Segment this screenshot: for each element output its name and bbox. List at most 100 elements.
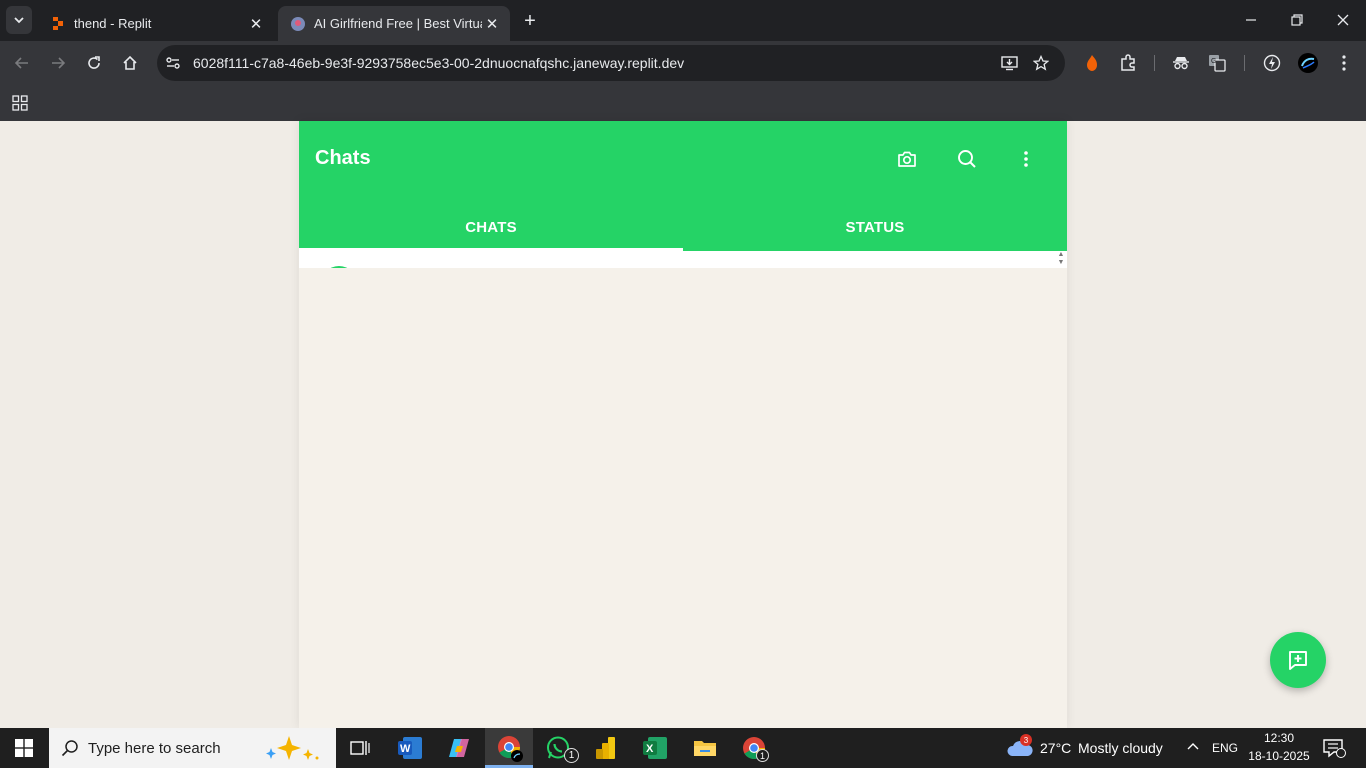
chevron-down-icon [14, 17, 24, 24]
task-view-button[interactable] [336, 728, 384, 768]
menu-button[interactable] [1012, 145, 1040, 173]
new-tab-button[interactable]: + [518, 10, 542, 32]
show-hidden-icons-button[interactable] [1186, 740, 1202, 756]
chrome-app-button-2[interactable]: 1 [730, 728, 778, 768]
excel-app-button[interactable]: X [631, 728, 679, 768]
chevron-up-icon [1187, 743, 1199, 750]
svg-text:X: X [646, 743, 654, 755]
svg-text:G: G [1211, 58, 1216, 65]
word-icon: W [398, 737, 422, 759]
browser-menu-button[interactable] [1330, 49, 1358, 77]
start-button[interactable] [0, 728, 48, 768]
more-vertical-icon [1342, 55, 1346, 71]
browser-tab-ai-girlfriend[interactable]: AI Girlfriend Free | Best Virtual C ✕ [278, 6, 510, 41]
close-icon [1337, 14, 1349, 26]
translate-button[interactable]: G [1203, 49, 1231, 77]
install-app-icon[interactable] [1001, 55, 1018, 71]
apps-grid-icon [12, 95, 28, 111]
notification-dot [1336, 748, 1346, 758]
performance-button[interactable] [1258, 49, 1286, 77]
forward-button[interactable] [44, 49, 72, 77]
extension-button[interactable] [1078, 49, 1106, 77]
avatar-icon [1298, 53, 1318, 73]
browser-tab-strip: thend - Replit ✕ AI Girlfriend Free | Be… [0, 0, 1366, 41]
arrow-left-icon [14, 57, 28, 69]
back-button[interactable] [8, 49, 36, 77]
tab-status[interactable]: STATUS [683, 203, 1067, 251]
tab-title: AI Girlfriend Free | Best Virtual C [314, 16, 482, 31]
search-icon [958, 150, 976, 168]
taskbar-search-input[interactable]: Type here to search [49, 728, 336, 768]
close-tab-icon[interactable]: ✕ [482, 14, 502, 34]
search-button[interactable] [953, 145, 981, 173]
extensions-button[interactable] [1114, 49, 1142, 77]
new-chat-button[interactable] [1270, 632, 1326, 688]
notifications-button[interactable] [1322, 738, 1346, 760]
page-title: Chats [315, 147, 371, 169]
avatar[interactable] [321, 266, 357, 268]
minimize-icon [1246, 19, 1256, 21]
minimize-button[interactable] [1228, 6, 1274, 34]
search-placeholder: Type here to search [88, 740, 221, 757]
reload-button[interactable] [80, 49, 108, 77]
copilot-app-button[interactable] [435, 728, 483, 768]
whatsapp-badge: 1 [564, 748, 579, 763]
toolbar-divider [1154, 55, 1155, 71]
close-tab-icon[interactable]: ✕ [246, 14, 266, 34]
camera-button[interactable] [893, 145, 921, 173]
chat-list[interactable]: ▲ ▼ [299, 251, 1067, 268]
file-explorer-button[interactable] [681, 728, 729, 768]
extension-fox-icon [1087, 55, 1097, 71]
home-icon [123, 55, 137, 70]
search-icon [61, 740, 78, 757]
powerbi-app-button[interactable] [582, 728, 630, 768]
weather-temperature[interactable]: 27°C [1040, 740, 1071, 756]
profile-button[interactable] [1294, 49, 1322, 77]
clock-time: 12:30 [1263, 731, 1295, 745]
restore-icon [1291, 14, 1303, 26]
word-app-button[interactable]: W [386, 728, 434, 768]
new-chat-icon [1289, 651, 1307, 670]
clock[interactable]: 12:30 18-10-2025 [1244, 731, 1314, 763]
scrollbar[interactable]: ▲ ▼ [1055, 251, 1067, 268]
app-header: Chats CHATS STATUS [299, 121, 1067, 251]
translate-icon: G [1209, 55, 1226, 72]
bookmarks-bar [0, 85, 1366, 121]
browser-tab-replit[interactable]: thend - Replit ✕ [38, 6, 274, 41]
language-indicator[interactable]: ENG [1212, 741, 1238, 755]
tab-title: thend - Replit [74, 16, 152, 31]
svg-text:W: W [400, 743, 411, 755]
arrow-right-icon [52, 57, 66, 69]
more-vertical-icon [1024, 151, 1028, 167]
tab-chats[interactable]: CHATS [299, 203, 683, 251]
excel-icon: X [643, 737, 667, 759]
site-info-icon[interactable] [165, 55, 181, 71]
chat-app: Chats CHATS STATUS ▲ ▼ [299, 121, 1067, 728]
site-favicon-icon [291, 16, 305, 31]
weather-widget[interactable]: 3 [1006, 734, 1034, 760]
bookmark-star-icon[interactable] [1033, 55, 1049, 71]
replit-icon [53, 16, 63, 30]
speedometer-icon [1263, 54, 1281, 72]
address-bar[interactable]: 6028f111-c7a8-46eb-9e3f-9293758ec5e3-00-… [157, 45, 1065, 81]
whatsapp-app-button[interactable]: 1 [534, 728, 582, 768]
incognito-icon [1173, 57, 1189, 70]
home-button[interactable] [116, 49, 144, 77]
profile-overlay-icon [511, 750, 523, 762]
copilot-icon [449, 739, 469, 757]
incognito-button[interactable] [1167, 49, 1195, 77]
restore-button[interactable] [1274, 6, 1320, 34]
apps-button[interactable] [8, 91, 32, 115]
copilot-sparkle-icon[interactable] [263, 734, 327, 762]
tab-search-button[interactable] [6, 6, 32, 34]
weather-condition[interactable]: Mostly cloudy [1078, 740, 1163, 756]
clock-date: 18-10-2025 [1248, 749, 1310, 763]
close-window-button[interactable] [1320, 6, 1366, 34]
windows-logo-icon [15, 739, 33, 757]
url-text: 6028f111-c7a8-46eb-9e3f-9293758ec5e3-00-… [193, 55, 685, 71]
camera-icon [898, 151, 916, 167]
chrome-app-button[interactable] [485, 728, 533, 768]
task-view-icon [350, 741, 370, 755]
weather-alert-badge: 3 [1020, 734, 1032, 746]
powerbi-icon [596, 737, 615, 759]
